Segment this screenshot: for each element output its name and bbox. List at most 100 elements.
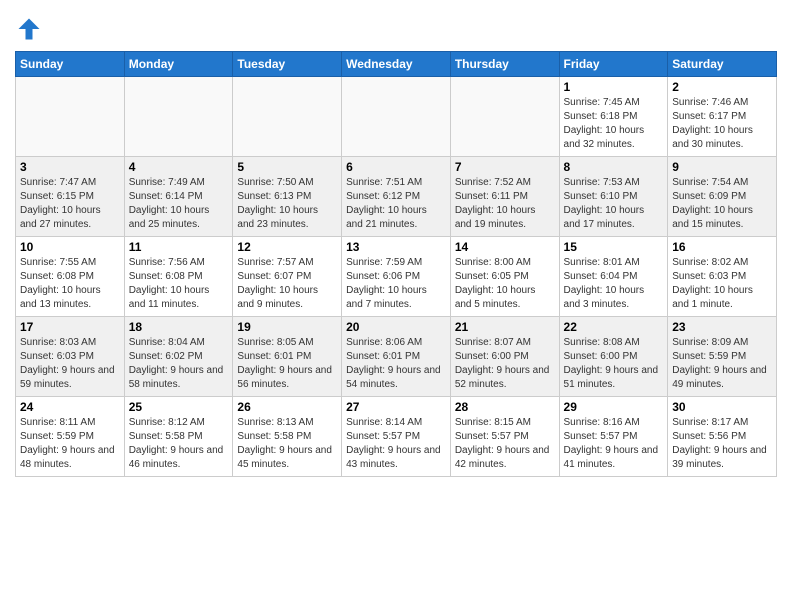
day-number: 20 <box>346 320 446 334</box>
day-info: Sunrise: 8:17 AM Sunset: 5:56 PM Dayligh… <box>672 416 772 472</box>
calendar-table: SundayMondayTuesdayWednesdayThursdayFrid… <box>15 51 777 477</box>
day-info: Sunrise: 7:49 AM Sunset: 6:14 PM Dayligh… <box>129 176 229 232</box>
day-info: Sunrise: 8:03 AM Sunset: 6:03 PM Dayligh… <box>20 336 120 392</box>
day-info: Sunrise: 7:53 AM Sunset: 6:10 PM Dayligh… <box>564 176 664 232</box>
calendar-week-row: 24Sunrise: 8:11 AM Sunset: 5:59 PM Dayli… <box>16 397 777 477</box>
calendar-cell <box>342 77 451 157</box>
calendar-cell: 13Sunrise: 7:59 AM Sunset: 6:06 PM Dayli… <box>342 237 451 317</box>
calendar-cell <box>450 77 559 157</box>
day-header-saturday: Saturday <box>668 52 777 77</box>
calendar-week-row: 1 Sunrise: 7:45 AM Sunset: 6:18 PM Daylig… <box>16 77 777 157</box>
calendar-week-row: 3 Sunrise: 7:47 AM Sunset: 6:15 PM Daylig… <box>16 157 777 237</box>
day-info: Sunrise: 8:05 AM Sunset: 6:01 PM Dayligh… <box>237 336 337 392</box>
day-info: Sunrise: 7:55 AM Sunset: 6:08 PM Dayligh… <box>20 256 120 312</box>
calendar-cell: 8Sunrise: 7:53 AM Sunset: 6:10 PM Daylig… <box>559 157 668 237</box>
day-number: 22 <box>564 320 664 334</box>
calendar-cell: 5 Sunrise: 7:50 AM Sunset: 6:13 PM Daylig… <box>233 157 342 237</box>
day-info: Sunrise: 7:51 AM Sunset: 6:12 PM Dayligh… <box>346 176 446 232</box>
calendar-cell: 4 Sunrise: 7:49 AM Sunset: 6:14 PM Daylig… <box>124 157 233 237</box>
calendar-cell: 30Sunrise: 8:17 AM Sunset: 5:56 PM Dayli… <box>668 397 777 477</box>
day-number: 24 <box>20 400 120 414</box>
day-info: Sunrise: 8:00 AM Sunset: 6:05 PM Dayligh… <box>455 256 555 312</box>
day-info: Sunrise: 7:56 AM Sunset: 6:08 PM Dayligh… <box>129 256 229 312</box>
day-info: Sunrise: 7:54 AM Sunset: 6:09 PM Dayligh… <box>672 176 772 232</box>
day-info: Sunrise: 8:13 AM Sunset: 5:58 PM Dayligh… <box>237 416 337 472</box>
calendar-cell: 16 Sunrise: 8:02 AM Sunset: 6:03 PM Dayli… <box>668 237 777 317</box>
day-info: Sunrise: 8:16 AM Sunset: 5:57 PM Dayligh… <box>564 416 664 472</box>
calendar-header-row: SundayMondayTuesdayWednesdayThursdayFrid… <box>16 52 777 77</box>
day-number: 23 <box>672 320 772 334</box>
calendar-cell: 3 Sunrise: 7:47 AM Sunset: 6:15 PM Daylig… <box>16 157 125 237</box>
day-info: Sunrise: 7:50 AM Sunset: 6:13 PM Dayligh… <box>237 176 337 232</box>
day-info: Sunrise: 8:12 AM Sunset: 5:58 PM Dayligh… <box>129 416 229 472</box>
day-number: 3 <box>20 160 120 174</box>
day-info: Sunrise: 8:15 AM Sunset: 5:57 PM Dayligh… <box>455 416 555 472</box>
calendar-cell: 10 Sunrise: 7:55 AM Sunset: 6:08 PM Dayli… <box>16 237 125 317</box>
day-number: 2 <box>672 80 772 94</box>
calendar-cell: 20Sunrise: 8:06 AM Sunset: 6:01 PM Dayli… <box>342 317 451 397</box>
calendar-week-row: 17 Sunrise: 8:03 AM Sunset: 6:03 PM Dayli… <box>16 317 777 397</box>
day-number: 17 <box>20 320 120 334</box>
calendar-cell: 6 Sunrise: 7:51 AM Sunset: 6:12 PM Daylig… <box>342 157 451 237</box>
calendar-cell: 18 Sunrise: 8:04 AM Sunset: 6:02 PM Dayli… <box>124 317 233 397</box>
calendar-cell: 19 Sunrise: 8:05 AM Sunset: 6:01 PM Dayli… <box>233 317 342 397</box>
page-header <box>15 10 777 43</box>
day-info: Sunrise: 8:08 AM Sunset: 6:00 PM Dayligh… <box>564 336 664 392</box>
logo-icon <box>15 15 43 43</box>
day-number: 5 <box>237 160 337 174</box>
calendar-cell <box>233 77 342 157</box>
day-info: Sunrise: 8:07 AM Sunset: 6:00 PM Dayligh… <box>455 336 555 392</box>
day-number: 27 <box>346 400 446 414</box>
calendar-cell: 1 Sunrise: 7:45 AM Sunset: 6:18 PM Daylig… <box>559 77 668 157</box>
calendar-cell: 28 Sunrise: 8:15 AM Sunset: 5:57 PM Dayli… <box>450 397 559 477</box>
calendar-cell: 9 Sunrise: 7:54 AM Sunset: 6:09 PM Daylig… <box>668 157 777 237</box>
day-number: 29 <box>564 400 664 414</box>
day-number: 18 <box>129 320 229 334</box>
day-info: Sunrise: 8:02 AM Sunset: 6:03 PM Dayligh… <box>672 256 772 312</box>
day-header-tuesday: Tuesday <box>233 52 342 77</box>
calendar-cell: 7Sunrise: 7:52 AM Sunset: 6:11 PM Daylig… <box>450 157 559 237</box>
calendar-cell: 29 Sunrise: 8:16 AM Sunset: 5:57 PM Dayli… <box>559 397 668 477</box>
calendar-cell: 12 Sunrise: 7:57 AM Sunset: 6:07 PM Dayli… <box>233 237 342 317</box>
calendar-cell: 23 Sunrise: 8:09 AM Sunset: 5:59 PM Dayli… <box>668 317 777 397</box>
day-info: Sunrise: 7:46 AM Sunset: 6:17 PM Dayligh… <box>672 96 772 152</box>
calendar-cell: 14 Sunrise: 8:00 AM Sunset: 6:05 PM Dayli… <box>450 237 559 317</box>
day-number: 19 <box>237 320 337 334</box>
day-info: Sunrise: 8:01 AM Sunset: 6:04 PM Dayligh… <box>564 256 664 312</box>
calendar-body: 1 Sunrise: 7:45 AM Sunset: 6:18 PM Daylig… <box>16 77 777 477</box>
calendar-cell: 24Sunrise: 8:11 AM Sunset: 5:59 PM Dayli… <box>16 397 125 477</box>
day-info: Sunrise: 7:57 AM Sunset: 6:07 PM Dayligh… <box>237 256 337 312</box>
day-number: 1 <box>564 80 664 94</box>
day-number: 13 <box>346 240 446 254</box>
day-number: 12 <box>237 240 337 254</box>
day-info: Sunrise: 7:52 AM Sunset: 6:11 PM Dayligh… <box>455 176 555 232</box>
day-header-thursday: Thursday <box>450 52 559 77</box>
day-info: Sunrise: 8:09 AM Sunset: 5:59 PM Dayligh… <box>672 336 772 392</box>
calendar-cell: 25 Sunrise: 8:12 AM Sunset: 5:58 PM Dayli… <box>124 397 233 477</box>
day-number: 21 <box>455 320 555 334</box>
day-number: 16 <box>672 240 772 254</box>
day-number: 28 <box>455 400 555 414</box>
calendar-cell <box>16 77 125 157</box>
day-header-wednesday: Wednesday <box>342 52 451 77</box>
day-number: 6 <box>346 160 446 174</box>
day-number: 25 <box>129 400 229 414</box>
day-number: 4 <box>129 160 229 174</box>
day-number: 9 <box>672 160 772 174</box>
day-header-monday: Monday <box>124 52 233 77</box>
day-number: 15 <box>564 240 664 254</box>
day-info: Sunrise: 7:47 AM Sunset: 6:15 PM Dayligh… <box>20 176 120 232</box>
calendar-cell: 22 Sunrise: 8:08 AM Sunset: 6:00 PM Dayli… <box>559 317 668 397</box>
calendar-week-row: 10 Sunrise: 7:55 AM Sunset: 6:08 PM Dayli… <box>16 237 777 317</box>
day-info: Sunrise: 7:45 AM Sunset: 6:18 PM Dayligh… <box>564 96 664 152</box>
day-info: Sunrise: 8:04 AM Sunset: 6:02 PM Dayligh… <box>129 336 229 392</box>
calendar-cell: 26 Sunrise: 8:13 AM Sunset: 5:58 PM Dayli… <box>233 397 342 477</box>
day-number: 26 <box>237 400 337 414</box>
day-number: 10 <box>20 240 120 254</box>
calendar-cell: 17 Sunrise: 8:03 AM Sunset: 6:03 PM Dayli… <box>16 317 125 397</box>
day-info: Sunrise: 8:14 AM Sunset: 5:57 PM Dayligh… <box>346 416 446 472</box>
calendar-cell: 15 Sunrise: 8:01 AM Sunset: 6:04 PM Dayli… <box>559 237 668 317</box>
day-number: 11 <box>129 240 229 254</box>
calendar-cell: 21 Sunrise: 8:07 AM Sunset: 6:00 PM Dayli… <box>450 317 559 397</box>
day-number: 14 <box>455 240 555 254</box>
